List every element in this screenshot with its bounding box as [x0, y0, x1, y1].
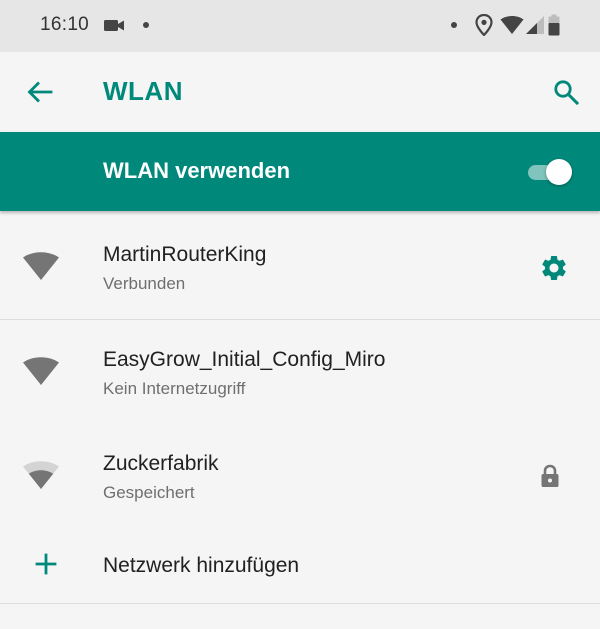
- status-bar: 16:10: [0, 0, 600, 52]
- add-network-label: Netzwerk hinzufügen: [103, 554, 300, 577]
- back-button[interactable]: [22, 74, 58, 110]
- wifi-status-icon: [500, 16, 524, 34]
- cell-signal-icon: [526, 16, 544, 34]
- page-title: WLAN: [103, 76, 183, 106]
- plus-icon: [35, 553, 57, 575]
- status-time: 16:10: [40, 14, 90, 35]
- app-bar: WLAN: [0, 52, 600, 132]
- network-item-zuckerfabrik[interactable]: Zuckerfabrik Gespeichert: [0, 424, 600, 528]
- video-camera-icon: [104, 20, 124, 31]
- arrow-back-icon: [27, 81, 53, 103]
- notification-dot-icon: [451, 22, 457, 28]
- network-settings-button[interactable]: [537, 251, 571, 285]
- location-icon: [475, 14, 493, 36]
- gear-icon: [542, 256, 566, 280]
- toggle-thumb: [546, 159, 572, 185]
- network-status: Gespeichert: [103, 483, 195, 502]
- network-name: MartinRouterKing: [103, 243, 267, 266]
- section-divider: [0, 603, 600, 604]
- wifi-signal-full-icon: [23, 252, 59, 280]
- network-status: Verbunden: [103, 274, 186, 293]
- add-network-item[interactable]: Netzwerk hinzufügen: [0, 528, 600, 603]
- wifi-signal-medium-icon: [23, 461, 59, 489]
- wlan-master-switch-bar[interactable]: WLAN verwenden: [0, 132, 600, 211]
- network-item-easygrow[interactable]: EasyGrow_Initial_Config_Miro Kein Intern…: [0, 320, 600, 424]
- battery-icon: [548, 14, 560, 36]
- wlan-switch-label: WLAN verwenden: [103, 158, 291, 183]
- network-item-martinrouterking[interactable]: MartinRouterKing Verbunden: [0, 215, 600, 319]
- wifi-signal-full-icon: [23, 357, 59, 385]
- lock-icon: [541, 464, 559, 487]
- network-name: Zuckerfabrik: [103, 452, 219, 475]
- network-name: EasyGrow_Initial_Config_Miro: [103, 348, 386, 371]
- notification-dot-icon: [143, 22, 149, 28]
- network-status: Kein Internetzugriff: [103, 379, 246, 398]
- search-icon: [554, 80, 579, 105]
- search-button[interactable]: [548, 74, 584, 110]
- wlan-toggle-switch[interactable]: [526, 157, 574, 187]
